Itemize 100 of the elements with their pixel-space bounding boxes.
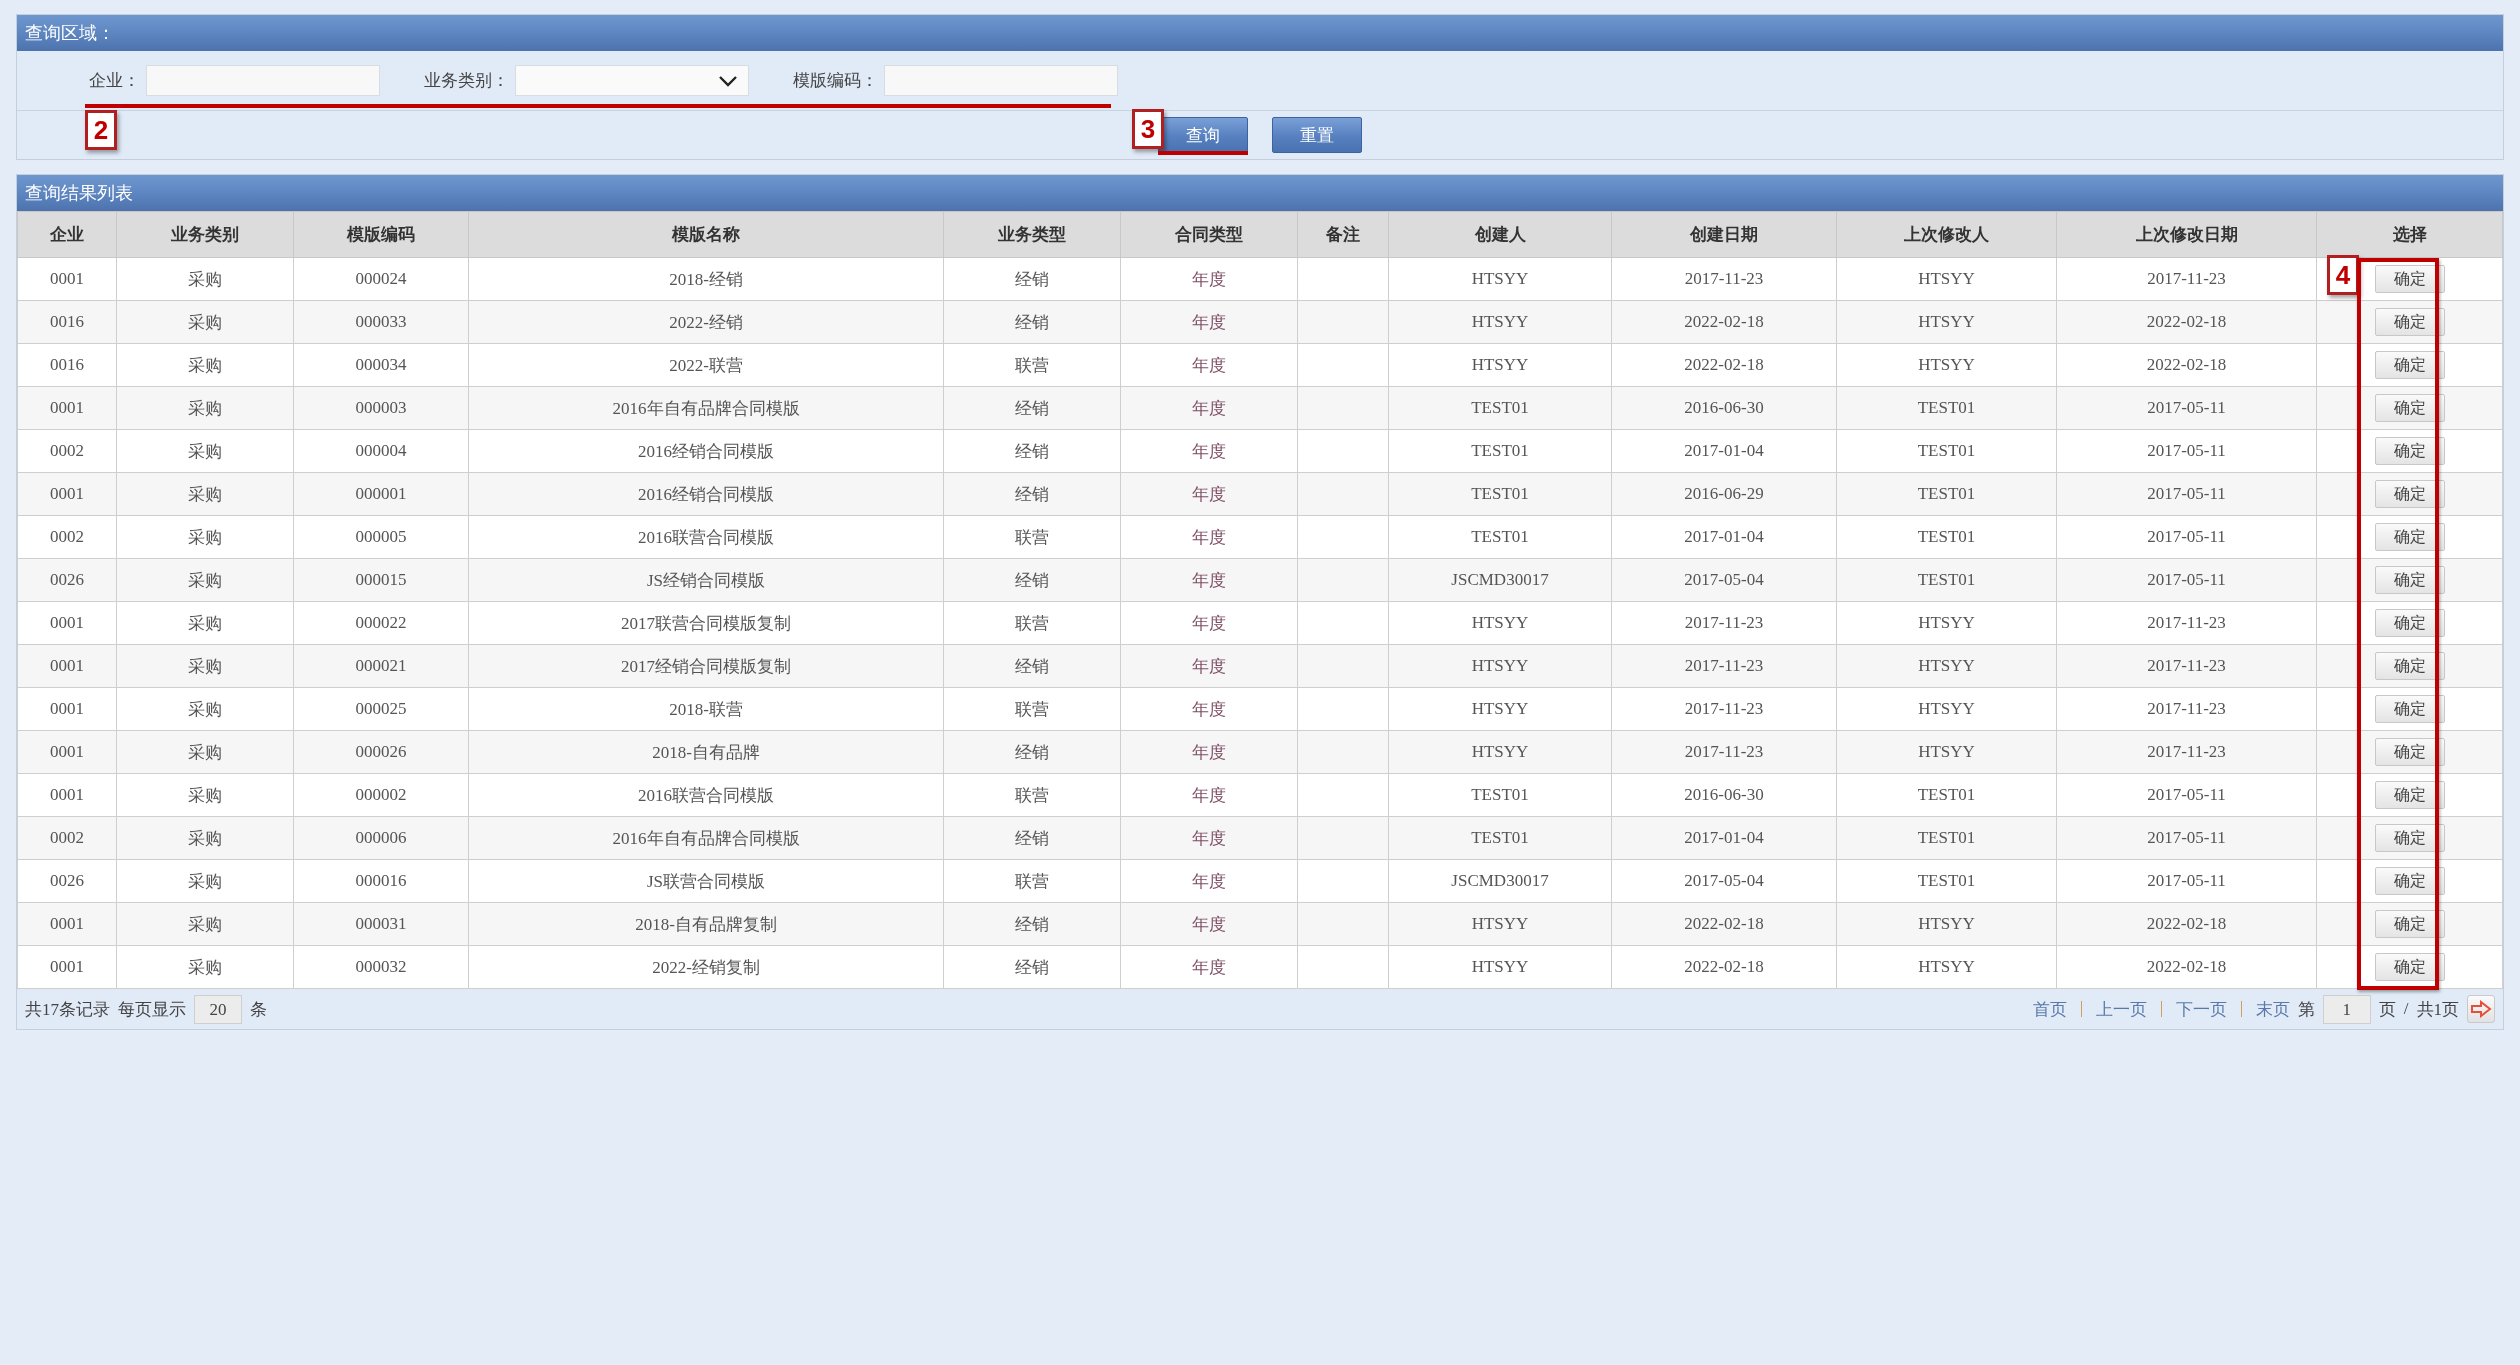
page-size-label: 每页显示 [118,998,186,1021]
pager-link[interactable]: 下一页 [2175,997,2227,1021]
page-size-field[interactable]: 20 [194,994,242,1024]
input-field[interactable] [146,65,380,96]
annotation-number: 2 [85,110,117,150]
table-cell: 年度 [1120,773,1298,817]
confirm-button[interactable]: 确定 [2374,308,2445,336]
table-cell: 联营 [943,773,1121,817]
table-cell: TEST01 [1388,816,1612,860]
table-cell: HTSYY [1388,902,1612,946]
table-cell: 0001 [17,730,117,774]
table-cell: 年度 [1120,816,1298,860]
table-cell: 经销 [943,257,1121,301]
table-cell: 2016-06-30 [1611,773,1837,817]
table-cell: 联营 [943,515,1121,559]
column-header: 创建日期 [1611,211,1837,258]
go-button[interactable] [2467,995,2495,1023]
confirm-button[interactable]: 确定 [2374,867,2445,895]
table-cell: 年度 [1120,902,1298,946]
table-cell: 2022-02-18 [1611,343,1837,387]
table-cell: 年度 [1120,343,1298,387]
table-cell: 0002 [17,429,117,473]
table-cell: 2017-05-11 [2056,816,2317,860]
table-cell: TEST01 [1836,472,2057,516]
table-cell: 2017经销合同模版复制 [468,644,944,688]
column-header: 创建人 [1388,211,1612,258]
confirm-button[interactable]: 确定 [2374,910,2445,938]
table-cell: 2018-自有品牌复制 [468,902,944,946]
confirm-button[interactable]: 确定 [2374,480,2445,508]
confirm-button[interactable]: 确定 [2374,394,2445,422]
reset-button[interactable]: 重置 [1272,117,1362,153]
confirm-button[interactable]: 确定 [2374,523,2445,551]
table-cell: TEST01 [1836,816,2057,860]
confirm-button[interactable]: 确定 [2374,738,2445,766]
arrow-right-icon [2470,1000,2492,1018]
annotation-number: 4 [2327,255,2359,295]
confirm-button[interactable]: 确定 [2374,652,2445,680]
table-cell: 2017-11-23 [2056,730,2317,774]
confirm-button[interactable]: 确定 [2374,566,2445,594]
table-cell: 000003 [293,386,469,430]
table-cell: TEST01 [1836,386,2057,430]
column-header: 模版编码 [293,211,469,258]
table-cell: 0026 [17,558,117,602]
table-cell: HTSYY [1388,257,1612,301]
table-cell: 2017-05-11 [2056,859,2317,903]
confirm-button[interactable]: 确定 [2374,609,2445,637]
table-cell: HTSYY [1388,687,1612,731]
table-cell: 2016年自有品牌合同模版 [468,816,944,860]
table-cell: 2017-01-04 [1611,429,1837,473]
table-cell: 2022-02-18 [1611,902,1837,946]
table-cell: HTSYY [1836,687,2057,731]
table-cell: TEST01 [1388,472,1612,516]
input-field[interactable] [884,65,1118,96]
table-cell: 2018-经销 [468,257,944,301]
table-cell: 年度 [1120,515,1298,559]
table-cell: HTSYY [1388,300,1612,344]
table-cell: JSCMD30017 [1388,859,1612,903]
pager-link[interactable]: 上一页 [2095,997,2147,1021]
pager-link[interactable]: 末页 [2255,997,2290,1021]
confirm-button[interactable]: 确定 [2374,695,2445,723]
table-cell: 2016经销合同模版 [468,429,944,473]
table-cell: 2016年自有品牌合同模版 [468,386,944,430]
confirm-button[interactable]: 确定 [2374,437,2445,465]
table-cell: 000001 [293,472,469,516]
table-cell: 年度 [1120,687,1298,731]
table-cell: TEST01 [1388,429,1612,473]
table-cell: 年度 [1120,730,1298,774]
confirm-button[interactable]: 确定 [2374,953,2445,981]
table-cell: HTSYY [1388,343,1612,387]
table-cell: HTSYY [1388,601,1612,645]
table-cell: 000031 [293,902,469,946]
table-cell: 0001 [17,687,117,731]
page-number-field[interactable]: 1 [2322,994,2371,1024]
table-cell: TEST01 [1836,859,2057,903]
column-header: 选择 [2316,211,2503,258]
table-cell: 采购 [116,558,294,602]
confirm-button[interactable]: 确定 [2374,824,2445,852]
column-header: 备注 [1297,211,1389,258]
record-count: 共17条记录 [25,998,110,1021]
table-cell: 000016 [293,859,469,903]
field-label: 企业： [89,70,140,92]
table-cell: 采购 [116,773,294,817]
table-cell: 经销 [943,300,1121,344]
table-cell: TEST01 [1388,386,1612,430]
dropdown[interactable] [515,65,749,96]
table-cell: 2016-06-29 [1611,472,1837,516]
table-cell: 联营 [943,859,1121,903]
table-cell: 2017-11-23 [1611,257,1837,301]
table-cell: 000022 [293,601,469,645]
table-cell: 2017-05-04 [1611,558,1837,602]
confirm-button[interactable]: 确定 [2374,265,2445,293]
confirm-button[interactable]: 确定 [2374,351,2445,379]
table-cell: 经销 [943,945,1121,989]
table-cell: 年度 [1120,429,1298,473]
table-cell: 000024 [293,257,469,301]
table-cell: 2022-02-18 [2056,902,2317,946]
table-cell: TEST01 [1836,558,2057,602]
confirm-button[interactable]: 确定 [2374,781,2445,809]
table-cell: 2022-02-18 [2056,343,2317,387]
pager-link[interactable]: 首页 [2032,997,2067,1021]
